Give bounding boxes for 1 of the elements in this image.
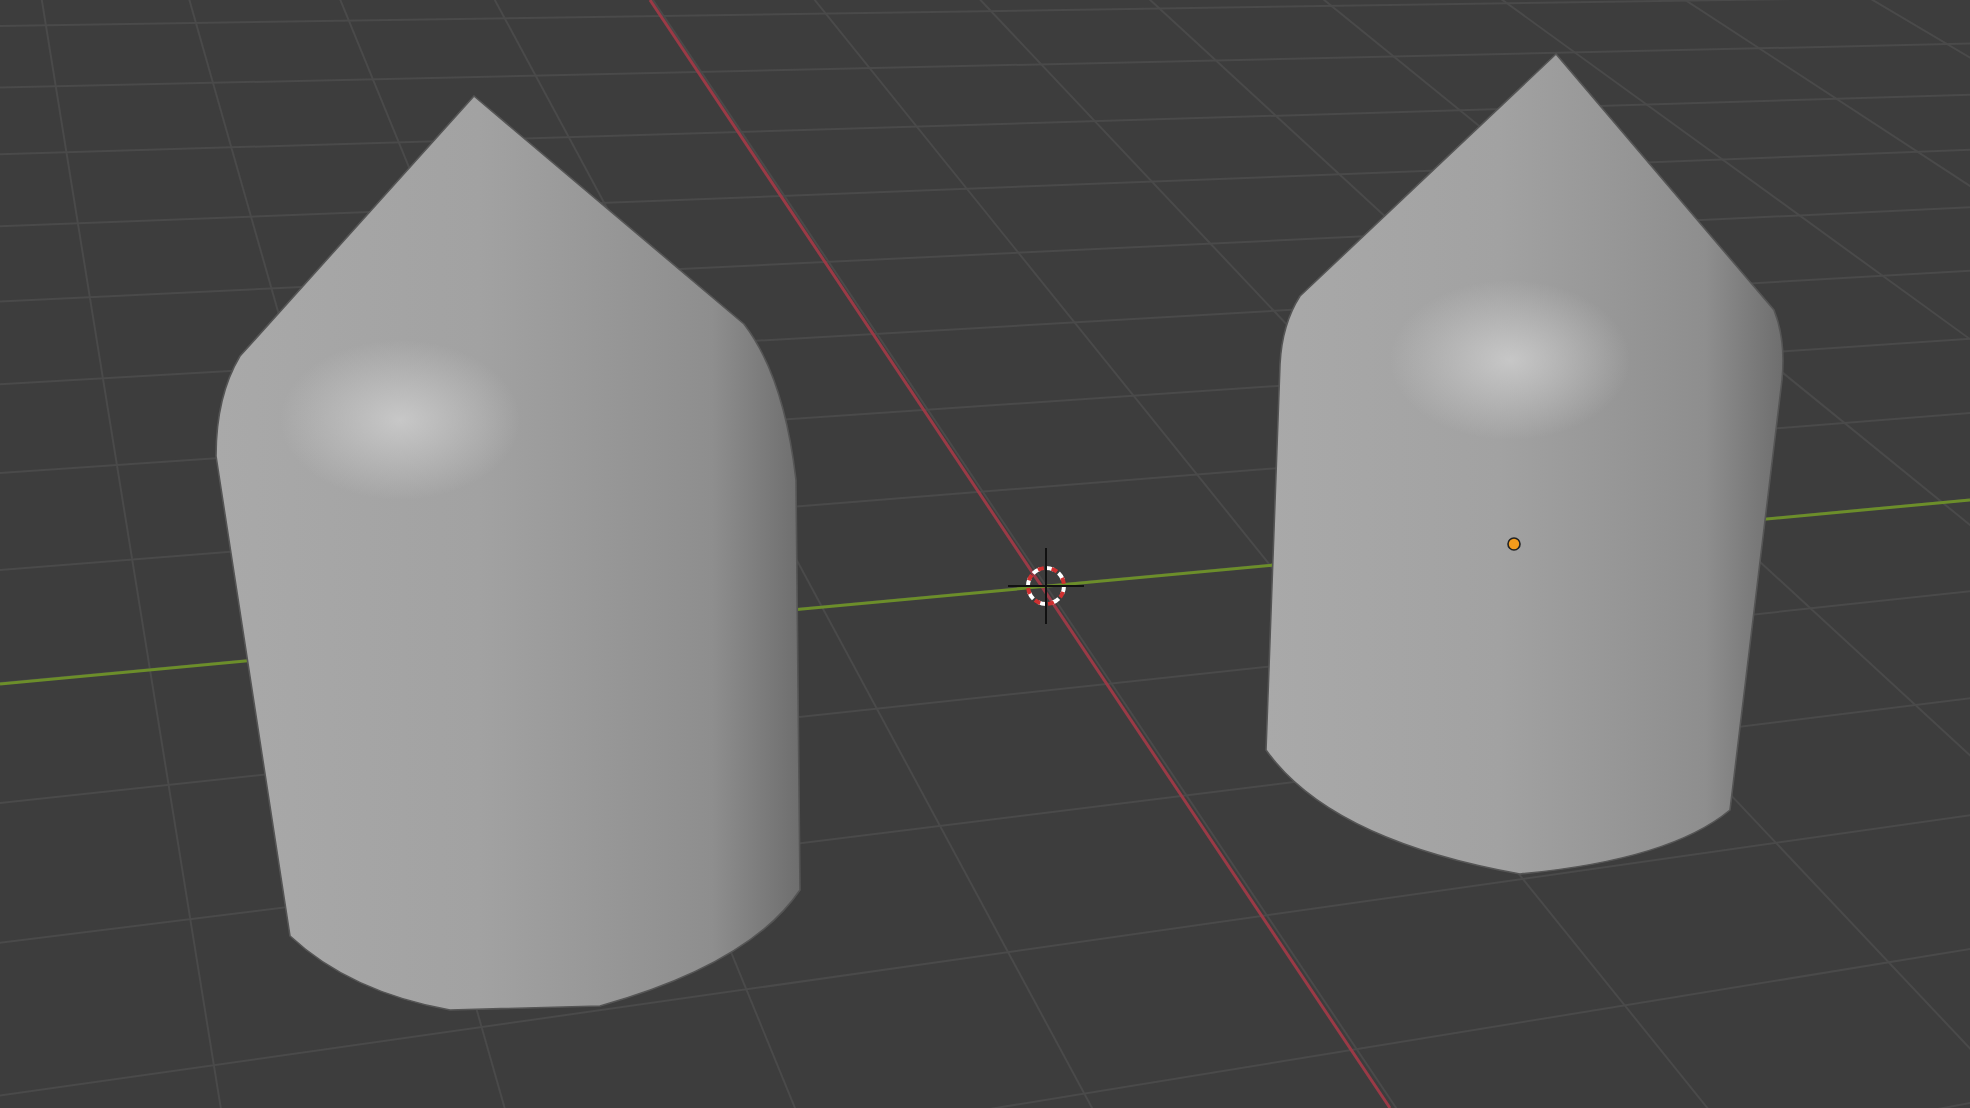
3d-cursor-icon [1007,547,1085,625]
